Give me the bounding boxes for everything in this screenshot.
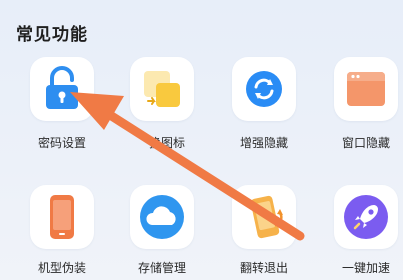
phone-icon: [50, 195, 74, 239]
feature-storage-management[interactable]: [130, 185, 194, 249]
section-title: 常见功能: [16, 25, 88, 45]
padlock-icon: [46, 66, 78, 109]
swap-icon: [144, 71, 180, 107]
feature-one-key-speedup[interactable]: [334, 185, 398, 249]
feature-window-hide[interactable]: [334, 57, 398, 121]
feature-label: 增强隐藏: [239, 136, 288, 150]
feature-change-icon[interactable]: [130, 57, 194, 121]
flip-phone-icon: [250, 195, 283, 239]
feature-label: 一键加速: [341, 261, 390, 275]
feature-model-disguise[interactable]: [30, 185, 94, 249]
feature-password-settings[interactable]: [30, 57, 94, 121]
sync-icon: [246, 71, 282, 107]
feature-flip-exit[interactable]: [232, 185, 296, 249]
feature-label: 密码设置: [37, 136, 86, 150]
feature-label: 窗口隐藏: [341, 136, 390, 150]
rocket-icon: [344, 195, 388, 239]
window-icon: [347, 72, 385, 106]
feature-label: 翻转退出: [239, 261, 288, 275]
feature-label: 换图标: [148, 136, 185, 150]
cloud-icon: [140, 195, 184, 239]
feature-label: 存储管理: [137, 261, 186, 275]
feature-label: 机型伪装: [37, 261, 86, 275]
feature-enhanced-hide[interactable]: [232, 57, 296, 121]
